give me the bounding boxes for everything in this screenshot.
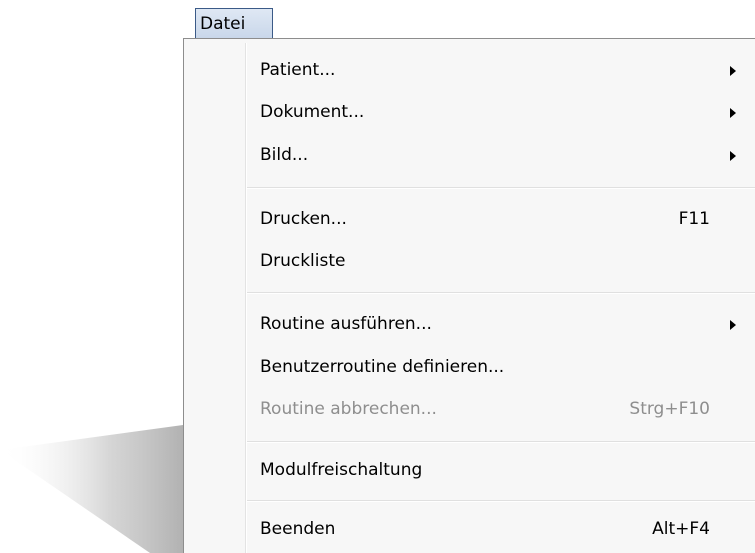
menu-item-shortcut: F11 xyxy=(678,209,710,229)
menu-item-label: Beenden xyxy=(260,519,336,539)
menu-item-dokument[interactable]: Dokument... xyxy=(260,97,740,127)
menu-item-shortcut: Strg+F10 xyxy=(629,399,710,419)
menu-item-beenden[interactable]: Beenden Alt+F4 xyxy=(260,514,740,544)
menu-item-label: Bild... xyxy=(260,145,309,165)
menu-item-modulfreischaltung[interactable]: Modulfreischaltung xyxy=(260,455,740,485)
submenu-arrow-icon xyxy=(730,320,736,330)
menu-icon-gutter-divider xyxy=(245,43,247,553)
menu-item-benutzerroutine-definieren[interactable]: Benutzerroutine definieren... xyxy=(260,352,740,382)
menu-item-label: Benutzerroutine definieren... xyxy=(260,357,505,377)
menu-item-label: Drucken... xyxy=(260,209,347,229)
menu-separator xyxy=(247,292,755,294)
submenu-arrow-icon xyxy=(730,108,736,118)
menu-item-label: Routine abbrechen... xyxy=(260,399,437,419)
menu-separator xyxy=(247,441,755,443)
menu-item-shortcut: Alt+F4 xyxy=(652,519,710,539)
datei-dropdown-menu: Patient... Dokument... Bild... Drucken..… xyxy=(183,38,755,553)
submenu-arrow-icon xyxy=(730,151,736,161)
menu-datei[interactable]: Datei xyxy=(195,8,273,38)
menu-item-label: Modulfreischaltung xyxy=(260,460,423,480)
menu-separator xyxy=(247,500,755,502)
menu-item-bild[interactable]: Bild... xyxy=(260,140,740,170)
submenu-arrow-icon xyxy=(730,66,736,76)
menu-item-druckliste[interactable]: Druckliste xyxy=(260,246,740,276)
menu-item-label: Druckliste xyxy=(260,251,346,271)
menu-separator xyxy=(247,187,755,189)
screenshot-stage: Datei Patient... Dokument... Bild... Dru… xyxy=(0,0,755,553)
menu-item-drucken[interactable]: Drucken... F11 xyxy=(260,204,740,234)
menu-datei-label: Datei xyxy=(200,14,246,34)
menu-item-routine-abbrechen: Routine abbrechen... Strg+F10 xyxy=(260,394,740,424)
menu-item-patient[interactable]: Patient... xyxy=(260,55,740,85)
menu-item-label: Patient... xyxy=(260,60,336,80)
menu-item-label: Dokument... xyxy=(260,102,365,122)
menu-item-label: Routine ausführen... xyxy=(260,314,432,334)
menu-item-routine-ausfuehren[interactable]: Routine ausführen... xyxy=(260,309,740,339)
